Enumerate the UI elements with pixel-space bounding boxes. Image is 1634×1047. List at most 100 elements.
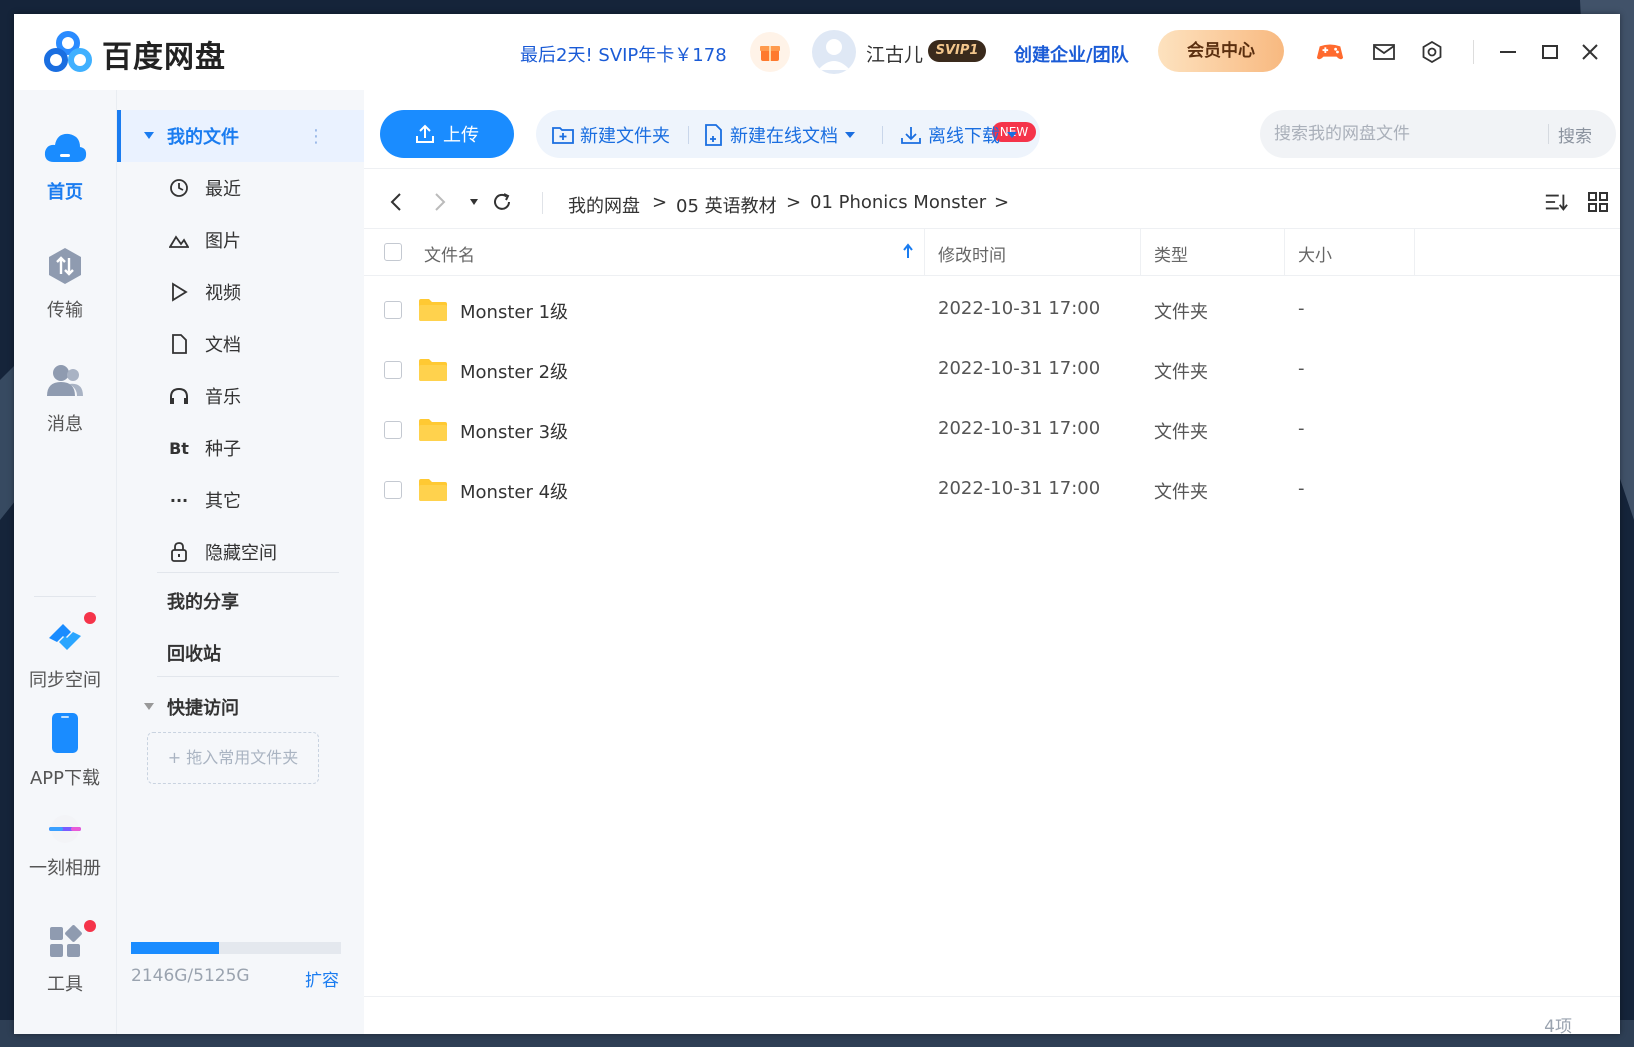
settings-button[interactable] <box>1418 38 1446 66</box>
refresh-button[interactable] <box>490 190 514 214</box>
column-header-type[interactable]: 类型 <box>1154 241 1188 266</box>
title-bar: 百度网盘 最后2天! SVIP年卡￥178 江古儿 SVIP1 创建企业/团队 … <box>14 14 1620 90</box>
create-enterprise-link[interactable]: 创建企业/团队 <box>1014 41 1129 67</box>
breadcrumb-item[interactable]: 05 英语教材 <box>676 192 777 218</box>
sidebar-item-recycle-bin[interactable]: 回收站 <box>167 640 221 666</box>
nav-transfer[interactable]: 传输 <box>14 246 116 322</box>
sidebar-item-other[interactable]: ··· 其它 <box>117 474 365 526</box>
sidebar-item-my-share[interactable]: 我的分享 <box>167 588 239 614</box>
nav-tools[interactable]: 工具 <box>14 920 116 996</box>
tools-notification-dot <box>84 920 96 932</box>
navigation-row: 我的网盘 > 05 英语教材 > 01 Phonics Monster > <box>364 178 1620 228</box>
sidebar-item-label: 图片 <box>205 231 241 252</box>
search-button[interactable]: 搜索 <box>1558 122 1592 147</box>
new-online-doc-button[interactable]: 新建在线文档 <box>704 122 856 148</box>
file-table-header: 文件名 修改时间 类型 大小 <box>364 228 1620 276</box>
breadcrumb-item[interactable]: 01 Phonics Monster <box>810 192 986 213</box>
minimize-button[interactable] <box>1494 38 1522 66</box>
nav-sync-space[interactable]: 同步空间 <box>14 612 116 692</box>
clock-icon <box>167 176 191 200</box>
expand-storage-link[interactable]: 扩容 <box>305 966 339 991</box>
storage-progress-fill <box>131 942 219 954</box>
table-row[interactable]: Monster 4级 2022-10-31 17:00 文件夹 - <box>364 460 1620 520</box>
grid-icon <box>1588 192 1608 212</box>
row-checkbox[interactable] <box>384 361 402 379</box>
sidebar-item-my-files[interactable]: 我的文件 ⋮ <box>117 110 365 162</box>
gift-icon <box>760 46 780 61</box>
sidebar-item-videos[interactable]: 视频 <box>117 266 365 318</box>
close-button[interactable] <box>1576 38 1604 66</box>
file-name[interactable]: Monster 1级 <box>460 298 568 324</box>
forward-button[interactable] <box>428 190 452 214</box>
lock-icon <box>167 540 191 564</box>
chevron-left-icon <box>390 193 401 211</box>
table-row[interactable]: Monster 2级 2022-10-31 17:00 文件夹 - <box>364 340 1620 400</box>
history-dropdown-button[interactable] <box>462 190 486 214</box>
column-header-size[interactable]: 大小 <box>1298 241 1332 266</box>
sidebar: 我的文件 ⋮ 最近 图片 视频 文档 音乐 Bt 种子 ··· 其它 隐藏空间 … <box>116 90 365 1034</box>
sidebar-item-torrents[interactable]: Bt 种子 <box>117 422 365 474</box>
row-checkbox[interactable] <box>384 481 402 499</box>
quick-access-drop-zone[interactable]: + 拖入常用文件夹 <box>147 732 319 784</box>
mail-button[interactable] <box>1370 38 1398 66</box>
grid-view-button[interactable] <box>1586 190 1610 214</box>
nav-divider <box>34 596 96 597</box>
column-header-modified[interactable]: 修改时间 <box>938 241 1006 266</box>
more-options-icon[interactable]: ⋮ <box>307 126 325 147</box>
folder-icon <box>419 299 447 321</box>
chevron-down-icon <box>1007 132 1017 138</box>
toolbar-divider <box>882 126 883 144</box>
app-title: 百度网盘 <box>102 40 226 75</box>
username[interactable]: 江古儿 <box>866 40 923 67</box>
sort-button[interactable] <box>1544 190 1568 214</box>
offline-download-label: 离线下载 <box>928 126 1000 147</box>
gear-icon <box>1422 41 1442 63</box>
svip-promo-link[interactable]: 最后2天! SVIP年卡￥178 <box>520 41 727 67</box>
file-name[interactable]: Monster 2级 <box>460 358 568 384</box>
upload-button[interactable]: 上传 <box>380 110 514 158</box>
user-icon <box>818 39 850 70</box>
nav-home[interactable]: 首页 <box>14 128 116 204</box>
toolbar-divider <box>688 126 689 144</box>
back-button[interactable] <box>384 190 408 214</box>
quick-access-label: 快捷访问 <box>167 698 239 719</box>
sidebar-item-images[interactable]: 图片 <box>117 214 365 266</box>
offline-download-button[interactable]: 离线下载 <box>900 122 1018 148</box>
sidebar-item-recent[interactable]: 最近 <box>117 162 365 214</box>
file-size: - <box>1298 418 1305 439</box>
image-icon <box>167 228 191 252</box>
svip-badge[interactable]: SVIP1 <box>928 40 986 62</box>
transfer-icon <box>49 248 81 284</box>
table-row[interactable]: Monster 3级 2022-10-31 17:00 文件夹 - <box>364 400 1620 460</box>
gift-button[interactable] <box>750 32 790 72</box>
file-name[interactable]: Monster 4级 <box>460 478 568 504</box>
headphones-icon <box>167 384 191 408</box>
sidebar-item-music[interactable]: 音乐 <box>117 370 365 422</box>
file-name[interactable]: Monster 3级 <box>460 418 568 444</box>
row-checkbox[interactable] <box>384 421 402 439</box>
row-checkbox[interactable] <box>384 301 402 319</box>
nav-album-label: 一刻相册 <box>29 858 101 879</box>
member-center-button[interactable]: 会员中心 <box>1158 30 1284 72</box>
column-header-name[interactable]: 文件名 <box>424 241 475 266</box>
sidebar-divider <box>157 676 339 677</box>
sidebar-item-hidden-space[interactable]: 隐藏空间 <box>117 526 365 578</box>
search-box: 搜索 <box>1260 110 1616 158</box>
upload-icon <box>416 124 434 143</box>
nav-app-download[interactable]: APP下载 <box>14 712 116 790</box>
table-row[interactable]: Monster 1级 2022-10-31 17:00 文件夹 - <box>364 280 1620 340</box>
search-input[interactable] <box>1274 110 1544 158</box>
nav-messages[interactable]: 消息 <box>14 362 116 436</box>
sort-ascending-icon[interactable] <box>902 243 914 259</box>
file-type: 文件夹 <box>1154 362 1208 383</box>
avatar[interactable] <box>812 30 856 74</box>
nav-album[interactable]: 一刻相册 <box>14 814 116 880</box>
sidebar-item-documents[interactable]: 文档 <box>117 318 365 370</box>
new-folder-button[interactable]: 新建文件夹 <box>552 122 670 148</box>
column-divider <box>924 229 925 275</box>
game-button[interactable] <box>1316 38 1344 66</box>
left-nav: 首页 传输 消息 同步空间 APP下载 一刻相册 工具 <box>14 90 116 1034</box>
maximize-button[interactable] <box>1536 38 1564 66</box>
select-all-checkbox[interactable] <box>384 243 402 261</box>
breadcrumb-item[interactable]: 我的网盘 <box>568 192 640 218</box>
